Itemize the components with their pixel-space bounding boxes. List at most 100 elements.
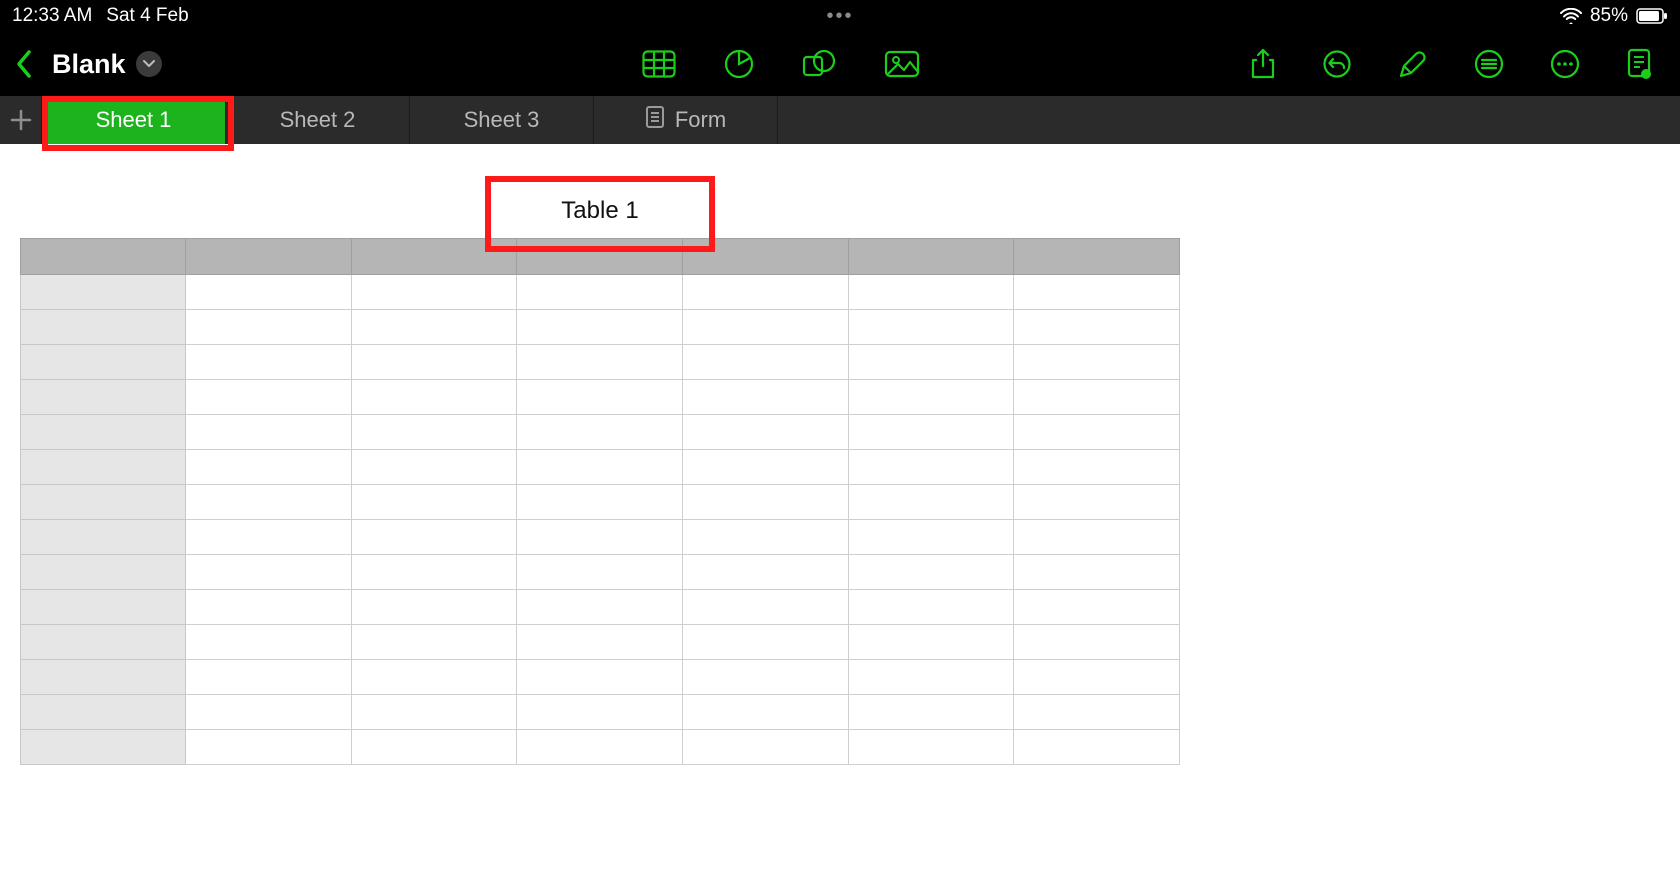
cell[interactable] [186, 730, 352, 765]
cell[interactable] [848, 275, 1014, 310]
insert-image-icon[interactable] [884, 49, 920, 79]
row-header-cell[interactable] [21, 730, 186, 765]
row-header-cell[interactable] [21, 590, 186, 625]
cell[interactable] [517, 485, 683, 520]
cell[interactable] [186, 590, 352, 625]
cell[interactable] [848, 555, 1014, 590]
row-header-cell[interactable] [21, 695, 186, 730]
view-options-icon[interactable] [1474, 48, 1504, 80]
cell[interactable] [848, 380, 1014, 415]
sheet-tab-2[interactable]: Sheet 2 [226, 96, 410, 144]
cell[interactable] [682, 415, 848, 450]
cell[interactable] [682, 590, 848, 625]
cell[interactable] [351, 730, 517, 765]
cell[interactable] [848, 415, 1014, 450]
cell[interactable] [517, 590, 683, 625]
cell[interactable] [848, 310, 1014, 345]
cell[interactable] [1014, 660, 1180, 695]
column-header-cell[interactable] [848, 239, 1014, 275]
cell[interactable] [186, 625, 352, 660]
cell[interactable] [351, 415, 517, 450]
more-icon[interactable] [1550, 48, 1580, 80]
cell[interactable] [848, 450, 1014, 485]
cell[interactable] [517, 310, 683, 345]
cell[interactable] [186, 345, 352, 380]
cell[interactable] [682, 380, 848, 415]
row-header-cell[interactable] [21, 625, 186, 660]
cell[interactable] [186, 275, 352, 310]
cell[interactable] [848, 345, 1014, 380]
cell[interactable] [517, 555, 683, 590]
cell[interactable] [682, 450, 848, 485]
cell[interactable] [517, 695, 683, 730]
sheet-tab-form[interactable]: Form [594, 96, 778, 144]
multitask-dots-icon[interactable]: ••• [826, 5, 853, 28]
cell[interactable] [848, 730, 1014, 765]
cell[interactable] [682, 625, 848, 660]
cell[interactable] [351, 555, 517, 590]
cell[interactable] [1014, 555, 1180, 590]
cell[interactable] [351, 660, 517, 695]
column-header-row[interactable] [21, 239, 1180, 275]
cell[interactable] [848, 520, 1014, 555]
cell[interactable] [517, 345, 683, 380]
cell[interactable] [351, 275, 517, 310]
cell[interactable] [848, 590, 1014, 625]
cell[interactable] [517, 730, 683, 765]
cell[interactable] [351, 485, 517, 520]
cell[interactable] [848, 485, 1014, 520]
cell[interactable] [682, 275, 848, 310]
title-chevron-icon[interactable] [136, 51, 162, 77]
cell[interactable] [186, 555, 352, 590]
cell[interactable] [682, 730, 848, 765]
column-header-cell[interactable] [517, 239, 683, 275]
cell[interactable] [351, 590, 517, 625]
cell[interactable] [682, 310, 848, 345]
column-header-cell[interactable] [682, 239, 848, 275]
cell[interactable] [186, 380, 352, 415]
insert-shape-icon[interactable] [802, 49, 836, 79]
cell[interactable] [186, 485, 352, 520]
corner-cell[interactable] [21, 239, 186, 275]
row-header-cell[interactable] [21, 310, 186, 345]
cell[interactable] [186, 450, 352, 485]
row-header-cell[interactable] [21, 485, 186, 520]
cell[interactable] [186, 310, 352, 345]
row-header-cell[interactable] [21, 345, 186, 380]
cell[interactable] [351, 625, 517, 660]
cell[interactable] [1014, 415, 1180, 450]
format-brush-icon[interactable] [1398, 48, 1428, 80]
cell[interactable] [1014, 275, 1180, 310]
table-1[interactable]: Table 1 [20, 184, 1180, 765]
insert-table-icon[interactable] [642, 49, 676, 79]
sheet-tab-3[interactable]: Sheet 3 [410, 96, 594, 144]
column-header-cell[interactable] [1014, 239, 1180, 275]
cell[interactable] [351, 310, 517, 345]
row-header-cell[interactable] [21, 660, 186, 695]
cell[interactable] [682, 555, 848, 590]
cell[interactable] [351, 380, 517, 415]
spreadsheet-canvas[interactable]: Table 1 [0, 144, 1680, 879]
activity-icon[interactable] [1626, 48, 1652, 80]
cell[interactable] [351, 695, 517, 730]
cell[interactable] [186, 695, 352, 730]
cell[interactable] [1014, 590, 1180, 625]
cell[interactable] [517, 275, 683, 310]
cell[interactable] [1014, 345, 1180, 380]
sheet-tab-1[interactable]: Sheet 1 [42, 96, 226, 144]
column-header-cell[interactable] [186, 239, 352, 275]
cell[interactable] [186, 520, 352, 555]
cell[interactable] [1014, 450, 1180, 485]
cell[interactable] [682, 660, 848, 695]
row-header-cell[interactable] [21, 555, 186, 590]
cell[interactable] [517, 660, 683, 695]
column-header-cell[interactable] [351, 239, 517, 275]
row-header-cell[interactable] [21, 275, 186, 310]
cell[interactable] [351, 345, 517, 380]
row-header-cell[interactable] [21, 415, 186, 450]
spreadsheet-grid[interactable] [20, 238, 1180, 765]
row-header-cell[interactable] [21, 380, 186, 415]
document-title[interactable]: Blank [52, 49, 162, 80]
row-header-cell[interactable] [21, 450, 186, 485]
cell[interactable] [517, 625, 683, 660]
